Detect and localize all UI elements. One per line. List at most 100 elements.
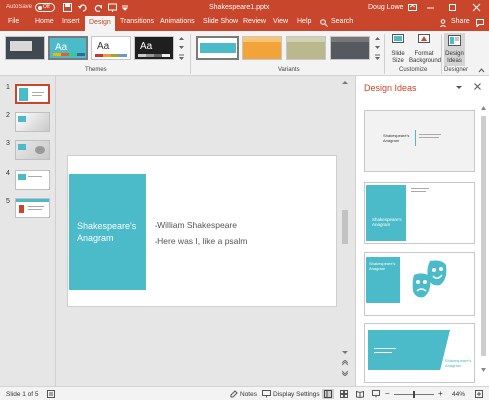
theme-sample-text: Aa bbox=[140, 41, 153, 52]
ribbon-display-options-icon[interactable] bbox=[408, 3, 417, 12]
scroll-up-icon[interactable] bbox=[342, 80, 348, 85]
tab-help[interactable]: Help bbox=[297, 18, 311, 25]
tab-animations[interactable]: Animations bbox=[160, 18, 195, 25]
close-window-icon[interactable] bbox=[472, 3, 481, 12]
variant-thumbnail-active[interactable] bbox=[196, 36, 239, 60]
tab-design[interactable]: Design bbox=[85, 16, 115, 31]
tab-home[interactable]: Home bbox=[35, 18, 54, 25]
slide-number: 3 bbox=[6, 140, 10, 147]
undo-icon[interactable] bbox=[78, 3, 87, 12]
themes-gallery-scroll[interactable] bbox=[178, 35, 185, 61]
design-idea-2[interactable]: Shakespeare's Anagram bbox=[364, 182, 475, 244]
notes-button[interactable]: Notes bbox=[240, 391, 257, 398]
ribbon-tab-bar: File Home Insert Design Transitions Anim… bbox=[0, 16, 489, 31]
zoom-in-button[interactable]: + bbox=[438, 389, 443, 398]
minimize-icon[interactable] bbox=[426, 3, 435, 12]
zoom-slider-thumb[interactable] bbox=[413, 391, 415, 398]
scroll-down-icon[interactable] bbox=[481, 368, 486, 372]
close-pane-icon[interactable] bbox=[474, 83, 481, 90]
tab-view[interactable]: View bbox=[273, 18, 288, 25]
slide-sorter-icon[interactable] bbox=[340, 390, 348, 398]
zoom-level[interactable]: 44% bbox=[452, 391, 465, 398]
slide-title[interactable]: Shakespeare's Anagram bbox=[77, 220, 141, 244]
search-box[interactable]: Search bbox=[331, 18, 353, 25]
theme-thumbnail-active[interactable]: Aa bbox=[48, 36, 88, 60]
format-background-button[interactable]: Format Background bbox=[409, 34, 441, 68]
notes-icon bbox=[230, 390, 238, 398]
design-idea-3[interactable]: Shakespeare's Anagram bbox=[364, 252, 475, 316]
normal-view-button[interactable] bbox=[322, 389, 334, 399]
themes-group-label: Themes bbox=[85, 67, 107, 73]
group-divider bbox=[384, 34, 385, 74]
slide-scrollbar[interactable] bbox=[341, 80, 349, 380]
display-settings-button[interactable]: Display Settings bbox=[273, 391, 320, 398]
design-idea-4[interactable]: Shakespeare's Anagram bbox=[364, 323, 475, 383]
previous-slide-icon[interactable] bbox=[342, 360, 348, 366]
idea-title: Shakespeare's Anagram bbox=[383, 133, 410, 143]
slide-thumbnail-2[interactable] bbox=[15, 112, 50, 132]
design-ideas-button[interactable]: Design Ideas bbox=[444, 33, 465, 66]
tab-transitions[interactable]: Transitions bbox=[120, 18, 154, 25]
start-slideshow-icon[interactable] bbox=[108, 3, 117, 12]
variants-gallery-scroll[interactable] bbox=[374, 35, 381, 61]
group-divider bbox=[190, 34, 191, 74]
share-icon bbox=[440, 19, 448, 28]
save-icon[interactable] bbox=[63, 3, 72, 12]
status-bar: Slide 1 of 5 Notes Display Settings − + … bbox=[0, 386, 489, 400]
variants-group-label: Variants bbox=[278, 67, 300, 73]
slide-show-view-icon[interactable] bbox=[372, 390, 380, 398]
slide-size-icon bbox=[392, 34, 404, 43]
collapse-ribbon-icon[interactable] bbox=[478, 67, 485, 73]
scroll-up-icon[interactable] bbox=[481, 106, 486, 110]
slide-size-button[interactable]: Slide Size bbox=[388, 34, 408, 68]
variant-thumbnail[interactable] bbox=[330, 36, 370, 60]
zoom-slider[interactable] bbox=[394, 391, 434, 398]
slide-bullet: ▪William Shakespeare bbox=[155, 220, 237, 230]
reading-view-icon[interactable] bbox=[356, 390, 364, 398]
idea-title: Shakespeare's Anagram bbox=[369, 261, 396, 271]
customize-quick-access-icon[interactable] bbox=[121, 5, 129, 11]
tab-file[interactable]: File bbox=[8, 18, 19, 25]
tab-review[interactable]: Review bbox=[243, 18, 266, 25]
main-slide[interactable]: Shakespeare's Anagram ▪William Shakespea… bbox=[67, 155, 337, 307]
next-slide-icon[interactable] bbox=[342, 370, 348, 376]
user-name[interactable]: Doug Lowe bbox=[368, 4, 403, 11]
tab-insert[interactable]: Insert bbox=[62, 18, 80, 25]
scroll-thumb[interactable] bbox=[481, 116, 486, 356]
design-ideas-label: Design Ideas bbox=[445, 51, 464, 64]
share-button[interactable]: Share bbox=[451, 18, 470, 25]
slide-thumbnail-4[interactable] bbox=[15, 170, 50, 190]
maximize-icon[interactable] bbox=[448, 3, 457, 12]
redo-icon[interactable] bbox=[94, 3, 103, 13]
slide-thumbnail-3[interactable] bbox=[15, 140, 50, 160]
variant-thumbnail[interactable] bbox=[242, 36, 282, 60]
tab-slide-show[interactable]: Slide Show bbox=[203, 18, 238, 25]
idea-title-block bbox=[368, 330, 450, 370]
theme-thumbnail[interactable]: Aa bbox=[91, 36, 131, 60]
slide-thumbnail-5[interactable] bbox=[15, 198, 50, 218]
idea-line bbox=[419, 134, 441, 135]
slide-count: Slide 1 of 5 bbox=[6, 391, 39, 398]
scroll-thumb[interactable] bbox=[342, 210, 348, 244]
slide-number: 1 bbox=[6, 84, 10, 91]
fit-to-window-icon[interactable] bbox=[475, 390, 483, 398]
variant-thumbnail[interactable] bbox=[286, 36, 326, 60]
zoom-out-button[interactable]: − bbox=[385, 389, 390, 398]
theme-thumbnail[interactable]: Aa bbox=[134, 36, 174, 60]
slide-thumbnail-1[interactable] bbox=[15, 84, 50, 104]
slide-number: 5 bbox=[6, 198, 10, 205]
design-idea-1[interactable]: Shakespeare's Anagram bbox=[364, 110, 475, 172]
accessibility-check-icon[interactable] bbox=[47, 390, 55, 398]
pane-scrollbar[interactable] bbox=[480, 106, 487, 376]
slide-number: 4 bbox=[6, 170, 10, 177]
idea-title: Shakespeare's Anagram bbox=[445, 358, 472, 368]
slide-bullet-list[interactable]: ▪William Shakespeare ▪Here was I, like a… bbox=[155, 218, 305, 250]
idea-line bbox=[419, 137, 439, 138]
bullet-text: Here was I, like a psalm bbox=[157, 236, 248, 246]
autosave-toggle[interactable]: Off bbox=[35, 3, 55, 12]
comments-icon[interactable] bbox=[476, 19, 484, 28]
pane-options-icon[interactable] bbox=[456, 85, 462, 90]
theme-thumbnail[interactable] bbox=[5, 36, 45, 60]
toggle-knob-icon bbox=[38, 6, 42, 10]
scroll-down-icon[interactable] bbox=[342, 350, 348, 355]
